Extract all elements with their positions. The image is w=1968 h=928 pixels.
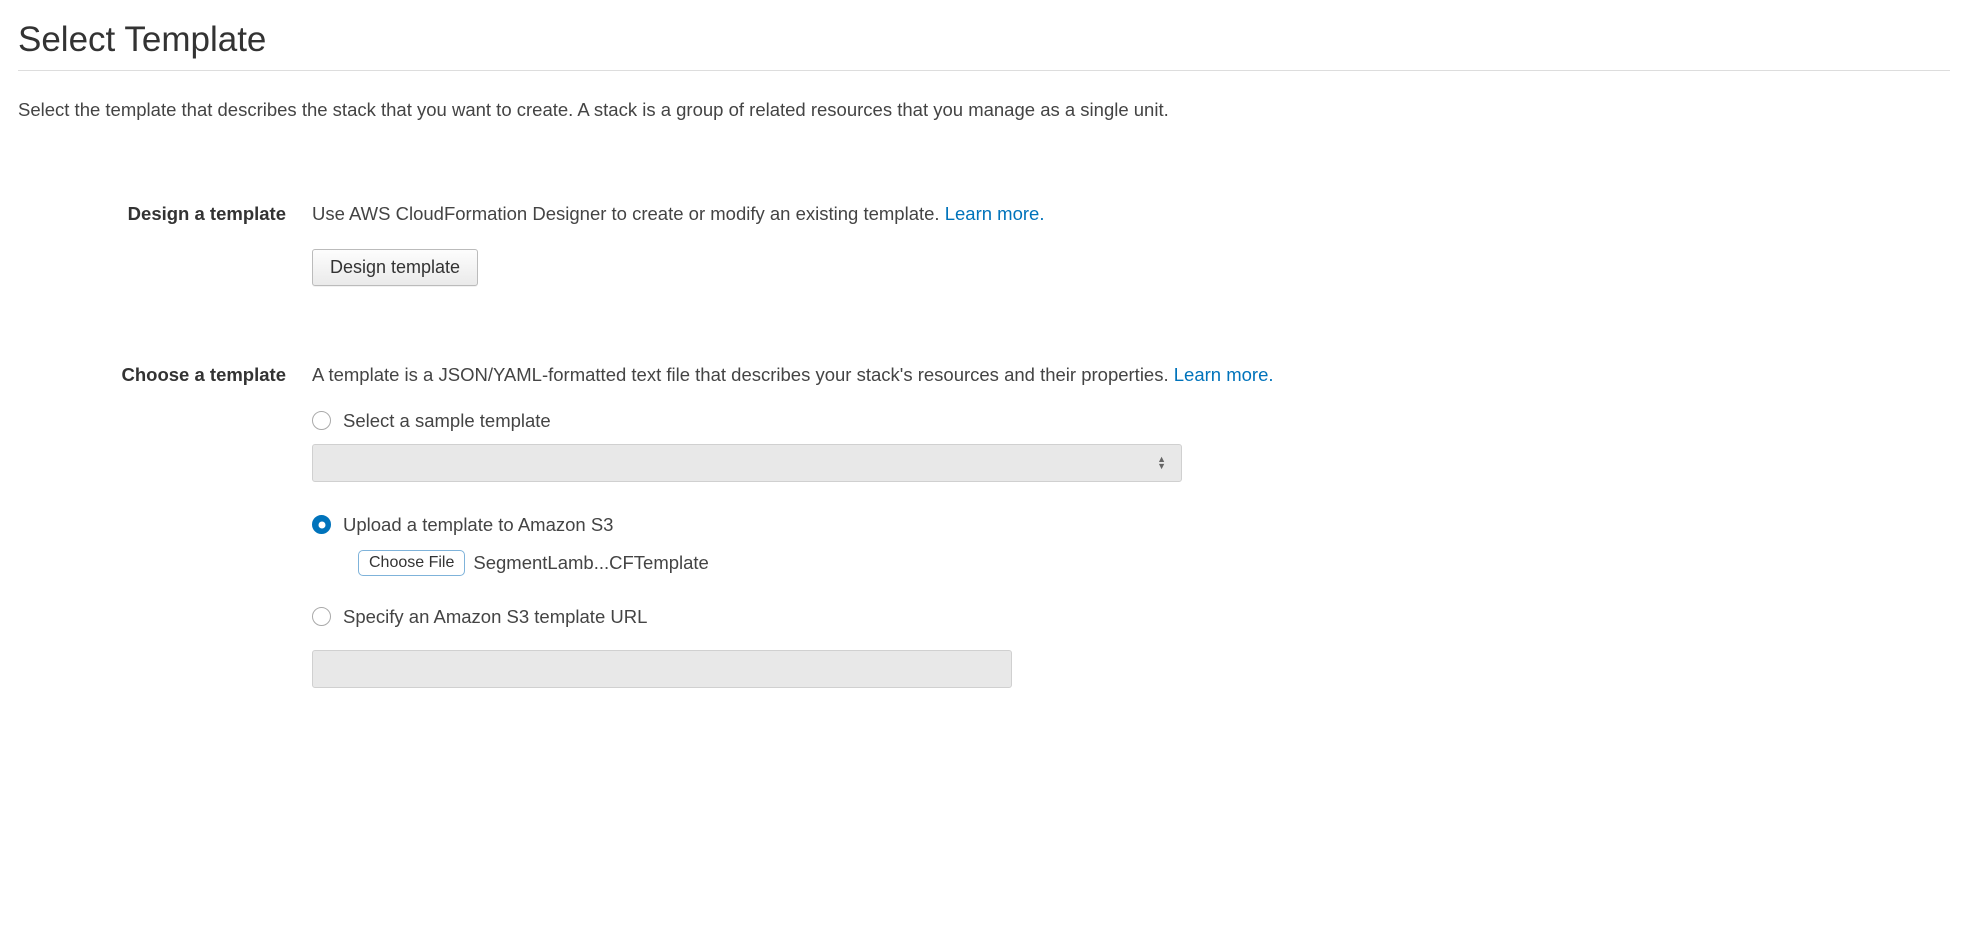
- uploaded-file-name: SegmentLamb...CFTemplate: [473, 552, 708, 574]
- radio-option-s3url[interactable]: Specify an Amazon S3 template URL: [312, 606, 1512, 628]
- choose-file-button[interactable]: Choose File: [358, 550, 465, 576]
- page-description: Select the template that describes the s…: [18, 99, 1950, 121]
- design-template-section: Design a template Use AWS CloudFormation…: [18, 201, 1950, 286]
- design-section-label: Design a template: [104, 201, 312, 227]
- choose-section-label: Choose a template: [104, 362, 312, 388]
- s3-url-input[interactable]: [312, 650, 1012, 688]
- design-section-text: Use AWS CloudFormation Designer to creat…: [312, 201, 1512, 227]
- radio-s3url-label[interactable]: Specify an Amazon S3 template URL: [343, 606, 647, 628]
- radio-upload-label[interactable]: Upload a template to Amazon S3: [343, 514, 613, 536]
- choose-template-section: Choose a template A template is a JSON/Y…: [18, 362, 1950, 688]
- select-arrows-icon: ▲▼: [1157, 456, 1166, 470]
- choose-section-text: A template is a JSON/YAML-formatted text…: [312, 362, 1512, 388]
- radio-sample-label[interactable]: Select a sample template: [343, 410, 551, 432]
- design-template-button[interactable]: Design template: [312, 249, 478, 286]
- design-section-content: Use AWS CloudFormation Designer to creat…: [312, 201, 1512, 286]
- sample-template-select[interactable]: ▲▼: [312, 444, 1182, 482]
- radio-sample-icon[interactable]: [312, 411, 331, 430]
- radio-s3url-icon[interactable]: [312, 607, 331, 626]
- design-description-text: Use AWS CloudFormation Designer to creat…: [312, 203, 945, 224]
- radio-option-upload[interactable]: Upload a template to Amazon S3: [312, 514, 1512, 536]
- choose-section-content: A template is a JSON/YAML-formatted text…: [312, 362, 1512, 688]
- choose-learn-more-link[interactable]: Learn more.: [1174, 364, 1274, 385]
- file-upload-row: Choose File SegmentLamb...CFTemplate: [358, 550, 1512, 576]
- template-radio-group: Select a sample template ▲▼ Upload a tem…: [312, 410, 1512, 688]
- radio-upload-icon[interactable]: [312, 515, 331, 534]
- page-title: Select Template: [18, 20, 1950, 71]
- radio-option-sample[interactable]: Select a sample template: [312, 410, 1512, 432]
- choose-description-text: A template is a JSON/YAML-formatted text…: [312, 364, 1174, 385]
- design-learn-more-link[interactable]: Learn more.: [945, 203, 1045, 224]
